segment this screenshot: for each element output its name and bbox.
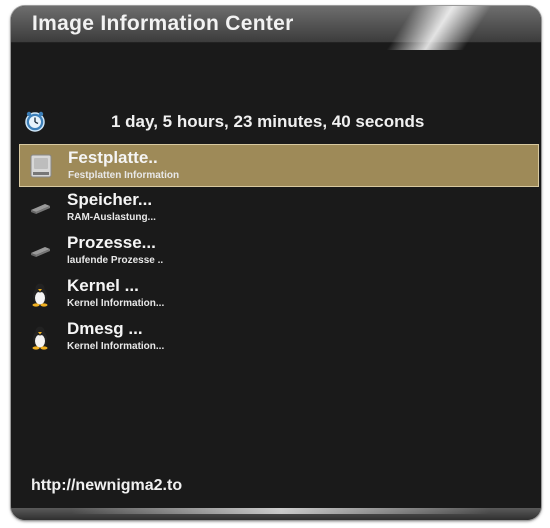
menu-item-label: Prozesse... [67,233,156,252]
memory-icon [31,204,50,214]
footer-url: http://newnigma2.to [31,477,183,494]
menu-item-description: Kernel Information... [67,341,165,352]
info-menu-list: Festplatte.. Festplatten Information Spe… [19,144,539,359]
menu-item-festplatte[interactable]: Festplatte.. Festplatten Information [19,144,539,187]
tux-icon [32,283,48,307]
bottom-bar-shine [71,508,491,514]
menu-item-label: Kernel ... [67,276,139,295]
title-bar: Image Information Center [11,6,541,50]
menu-item-label: Dmesg ... [67,319,143,338]
clock-icon [25,111,45,132]
menu-item-description: RAM-Auslastung... [67,212,156,223]
info-window: Image Information Center 1 day, 5 hours,… [11,6,541,520]
menu-item-speicher[interactable]: Speicher... RAM-Auslastung... [19,187,539,230]
menu-item-prozesse[interactable]: Prozesse... laufende Prozesse .. [19,230,539,273]
menu-item-description: Kernel Information... [67,298,165,309]
tux-icon [32,326,48,350]
harddisk-icon [30,154,52,178]
menu-item-description: laufende Prozesse .. [67,255,164,266]
bottom-bar [11,508,541,520]
window-title: Image Information Center [32,12,294,35]
menu-item-dmesg[interactable]: Dmesg ... Kernel Information... [19,316,539,359]
uptime-text: 1 day, 5 hours, 23 minutes, 40 seconds [111,112,425,131]
menu-item-label: Speicher... [67,190,153,209]
title-bar-shine [369,6,513,50]
process-icon [31,247,50,257]
menu-item-kernel[interactable]: Kernel ... Kernel Information... [19,273,539,316]
menu-item-description: Festplatten Information [68,170,180,181]
menu-item-label: Festplatte.. [68,148,158,167]
